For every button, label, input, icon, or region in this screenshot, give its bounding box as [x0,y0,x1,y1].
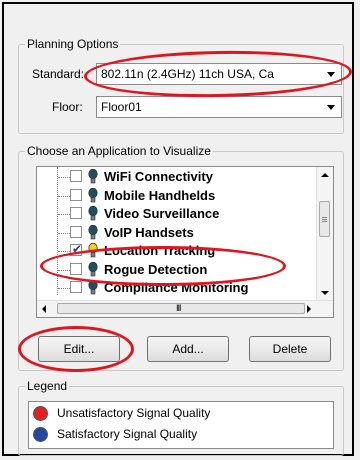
checkbox[interactable] [70,225,82,238]
list-item[interactable]: ✔ Location Tracking [37,242,333,260]
delete-button[interactable]: Delete [249,336,331,362]
floor-label: Floor: [52,100,83,114]
list-item[interactable]: Video Surveillance [37,205,333,223]
planning-options-group: Planning Options [18,36,344,134]
check-icon: ✔ [72,242,83,256]
tree-connector [58,251,70,252]
bulb-icon [88,206,98,221]
scroll-up-icon[interactable] [321,173,329,177]
list-item[interactable]: VoIP Handsets [37,224,333,242]
standard-label: Standard: [32,67,85,81]
checkbox[interactable]: ✔ [70,242,83,256]
checkbox[interactable] [70,262,82,275]
checkbox[interactable] [70,170,82,182]
add-button[interactable]: Add... [147,336,229,362]
checkbox[interactable] [70,207,82,219]
vertical-scroll-thumb[interactable] [319,201,330,237]
tree-connector [58,214,70,215]
legend-box: Unsatisfactory Signal Quality Satisfactor… [28,401,334,449]
bulb-icon [88,224,98,239]
list-item[interactable]: WiFi Connectivity [37,168,333,186]
scroll-right-icon[interactable] [307,305,311,313]
edit-button[interactable]: Edit... [38,336,120,362]
bulb-icon [88,243,98,258]
legend-title: Legend [25,378,70,394]
legend-item: Satisfactory Signal Quality [33,426,323,444]
list-item[interactable]: Rogue Detection [37,261,333,279]
legend-label: Satisfactory Signal Quality [57,427,198,441]
floor-select-value: Floor01 [101,100,142,114]
tree-connector [58,177,70,178]
tree-connector [58,288,70,289]
standard-select[interactable]: 802.11n (2.4GHz) 11ch USA, Ca [96,63,342,85]
legend-label: Unsatisfactory Signal Quality [57,406,211,420]
bulb-icon [88,280,98,295]
list-item-label: Video Surveillance [104,206,220,221]
legend-swatch-icon [33,427,48,442]
application-list[interactable]: WiFi Connectivity Mobile Handhelds Video S… [36,166,334,318]
horizontal-scrollbar[interactable]: III [37,300,333,317]
list-item-label: Location Tracking [104,243,216,258]
horizontal-scroll-thumb[interactable]: III [57,303,305,314]
list-item-label: WiFi Connectivity [104,169,213,184]
tree-connector [58,232,70,234]
application-group-title: Choose an Application to Visualize [25,143,213,159]
list-item[interactable]: Mobile Handhelds [37,187,333,205]
scroll-left-icon[interactable] [42,305,46,313]
floor-select[interactable]: Floor01 [96,96,342,118]
bulb-icon [88,169,98,184]
tree-connector [58,195,70,197]
list-item-label: VoIP Handsets [104,224,194,240]
tree-connector [58,269,70,271]
scroll-grip: III [176,303,181,313]
chevron-down-icon [327,105,335,110]
chevron-down-icon [327,72,335,77]
bulb-icon [88,261,98,276]
planning-panel: Planning Options Standard: 802.11n (2.4G… [2,2,354,456]
vertical-scrollbar[interactable] [316,167,333,301]
list-item-label: Rogue Detection [104,261,208,277]
checkbox[interactable] [70,281,82,293]
scroll-down-icon[interactable] [321,291,329,295]
legend-swatch-icon [33,406,48,421]
bulb-icon [88,187,98,202]
planning-options-title: Planning Options [25,36,121,52]
list-item-label: Mobile Handhelds [104,187,216,203]
list-item-label: Compliance Monitoring [104,280,249,295]
standard-select-value: 802.11n (2.4GHz) 11ch USA, Ca [101,67,274,81]
list-item[interactable]: Compliance Monitoring [37,279,333,297]
legend-item: Unsatisfactory Signal Quality [33,405,323,423]
checkbox[interactable] [70,188,82,201]
